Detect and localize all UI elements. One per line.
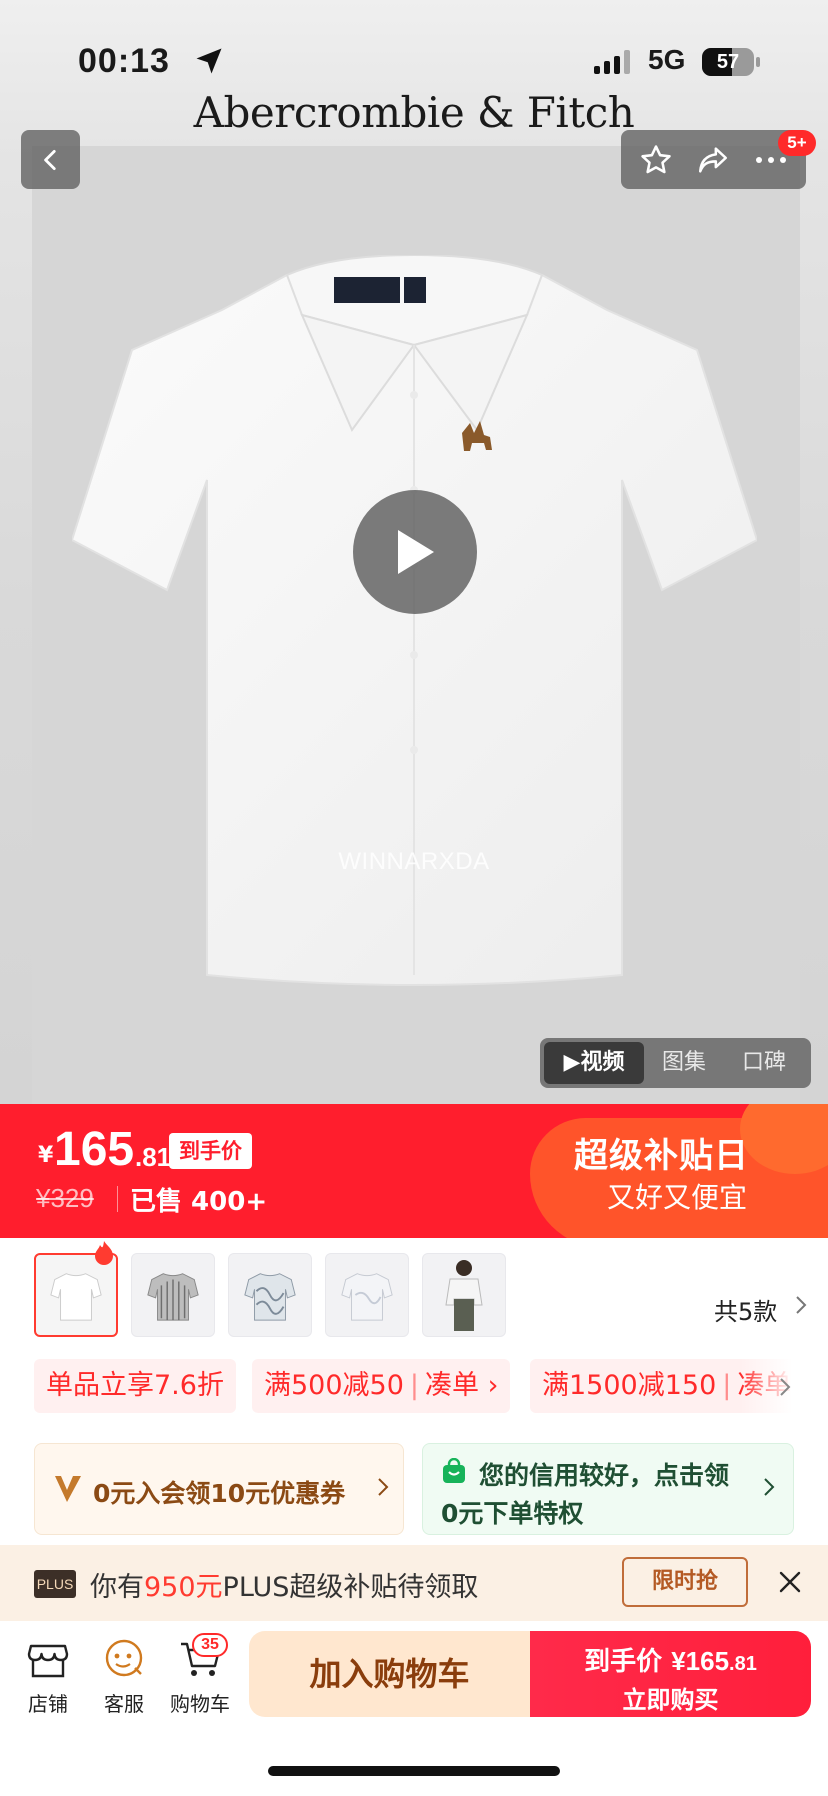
favorite-button[interactable]	[634, 138, 678, 182]
image-watermark: WINNARXDA	[338, 848, 490, 875]
shirt-thumb-icon	[244, 1273, 296, 1321]
customer-service-icon	[105, 1639, 143, 1677]
signal-icon	[594, 50, 630, 74]
model-thumb-icon	[445, 1260, 483, 1331]
plus-amount: 950元	[144, 1572, 223, 1603]
coupon-text: 满1500减150	[542, 1370, 717, 1401]
member-coupon-text: 0元入会领10元优惠券	[93, 1479, 346, 1508]
promo-title: 超级补贴日	[574, 1136, 749, 1176]
share-button[interactable]	[691, 138, 735, 182]
play-video-button[interactable]	[353, 490, 477, 614]
nav-store[interactable]: 店铺	[12, 1636, 84, 1717]
share-icon	[699, 146, 728, 173]
buy-now-button[interactable]: 到手价 ¥165.81 立即购买	[530, 1631, 811, 1717]
network-type: 5G	[648, 44, 686, 75]
grab-now-button[interactable]: 限时抢	[622, 1557, 748, 1607]
currency-symbol: ¥	[38, 1143, 54, 1168]
variant-thumb[interactable]	[325, 1253, 409, 1337]
tab-reviews[interactable]: 口碑	[724, 1042, 804, 1084]
shirt-thumb-icon	[50, 1273, 102, 1321]
hot-fire-icon	[95, 1241, 113, 1265]
buy-now-label: 立即购买	[622, 1686, 719, 1714]
tab-video[interactable]: ▶视频	[544, 1042, 644, 1084]
credit-text-line2: 0元下单特权	[441, 1499, 584, 1528]
plus-suffix: PLUS超级补贴待领取	[222, 1572, 479, 1603]
coupon-action: 凑单 ›	[425, 1370, 499, 1401]
battery-icon: 57	[702, 48, 754, 76]
shirt-thumb-icon	[147, 1273, 199, 1321]
coupon-threshold[interactable]: 满500减50 | 凑单 ›	[252, 1359, 511, 1413]
star-icon	[641, 144, 671, 173]
more-dots-icon	[756, 156, 787, 163]
buy-price-decimal: .81	[729, 1653, 757, 1675]
message-badge: 5+	[778, 130, 816, 156]
buy-price-label: 到手价	[584, 1647, 663, 1677]
variant-thumb[interactable]	[422, 1253, 506, 1337]
buy-price: ¥165	[671, 1646, 730, 1676]
variant-count[interactable]: 共5款	[714, 1292, 777, 1327]
shirt-thumb-icon	[341, 1273, 393, 1321]
media-tab-bar: ▶视频 图集 口碑	[540, 1038, 811, 1088]
plus-logo: PLUS	[34, 1570, 76, 1598]
store-icon	[27, 1644, 69, 1678]
credit-text-line1: 您的信用较好，点击领	[479, 1461, 730, 1490]
home-indicator[interactable]	[268, 1766, 560, 1776]
status-time: 00:13	[78, 42, 170, 80]
tab-gallery[interactable]: 图集	[644, 1042, 724, 1084]
nav-cart-label: 购物车	[170, 1692, 230, 1716]
sold-count: 已售 400+	[130, 1187, 268, 1217]
divider	[117, 1186, 118, 1212]
buy-price-line: 到手价 ¥165.81	[530, 1641, 811, 1678]
final-price-tag: 到手价	[169, 1133, 252, 1169]
cart-count-badge: 35	[192, 1633, 228, 1657]
battery-cap	[756, 57, 760, 67]
variant-thumb[interactable]	[131, 1253, 215, 1337]
coupon-text: 单品立享7.6折	[46, 1370, 224, 1401]
vip-v-icon	[55, 1476, 81, 1502]
coupon-text: 满500减50	[264, 1370, 404, 1401]
chevron-right-icon	[378, 1478, 389, 1496]
coupon-separator: |	[409, 1370, 420, 1401]
credit-privilege-card[interactable]: 您的信用较好，点击领 0元下单特权	[422, 1443, 794, 1535]
chevron-right-icon	[764, 1478, 775, 1496]
promo-subtitle: 又好又便宜	[607, 1181, 748, 1214]
member-coupon-card[interactable]: 0元入会领10元优惠券	[34, 1443, 404, 1535]
shopping-bag-icon	[443, 1458, 465, 1483]
plus-subsidy-text: 你有950元PLUS超级补贴待领取	[90, 1565, 478, 1604]
variant-thumb[interactable]	[228, 1253, 312, 1337]
nav-service[interactable]: 客服	[88, 1636, 160, 1717]
chevron-right-icon[interactable]	[778, 1376, 792, 1398]
nav-store-label: 店铺	[28, 1692, 68, 1716]
coupon-row: 单品立享7.6折 满500减50|凑单 › 满1500减150|凑单	[34, 1359, 828, 1413]
chevron-right-icon	[796, 1296, 807, 1314]
back-button[interactable]	[21, 130, 80, 189]
battery-level: 57	[716, 51, 740, 73]
add-to-cart-button[interactable]: 加入购物车	[249, 1631, 530, 1717]
coupon-separator: |	[722, 1370, 732, 1401]
nav-service-label: 客服	[104, 1692, 144, 1716]
play-icon	[398, 530, 434, 574]
coupon-discount[interactable]: 单品立享7.6折	[34, 1359, 236, 1413]
close-icon[interactable]	[776, 1568, 804, 1596]
shirt-image[interactable]	[72, 255, 757, 990]
plus-prefix: 你有	[90, 1572, 144, 1603]
location-arrow-icon	[196, 48, 222, 74]
price-integer: 165	[54, 1123, 135, 1176]
original-price: ¥329	[36, 1183, 94, 1213]
price-decimal: .81	[135, 1142, 172, 1172]
chevron-left-icon	[43, 149, 56, 170]
